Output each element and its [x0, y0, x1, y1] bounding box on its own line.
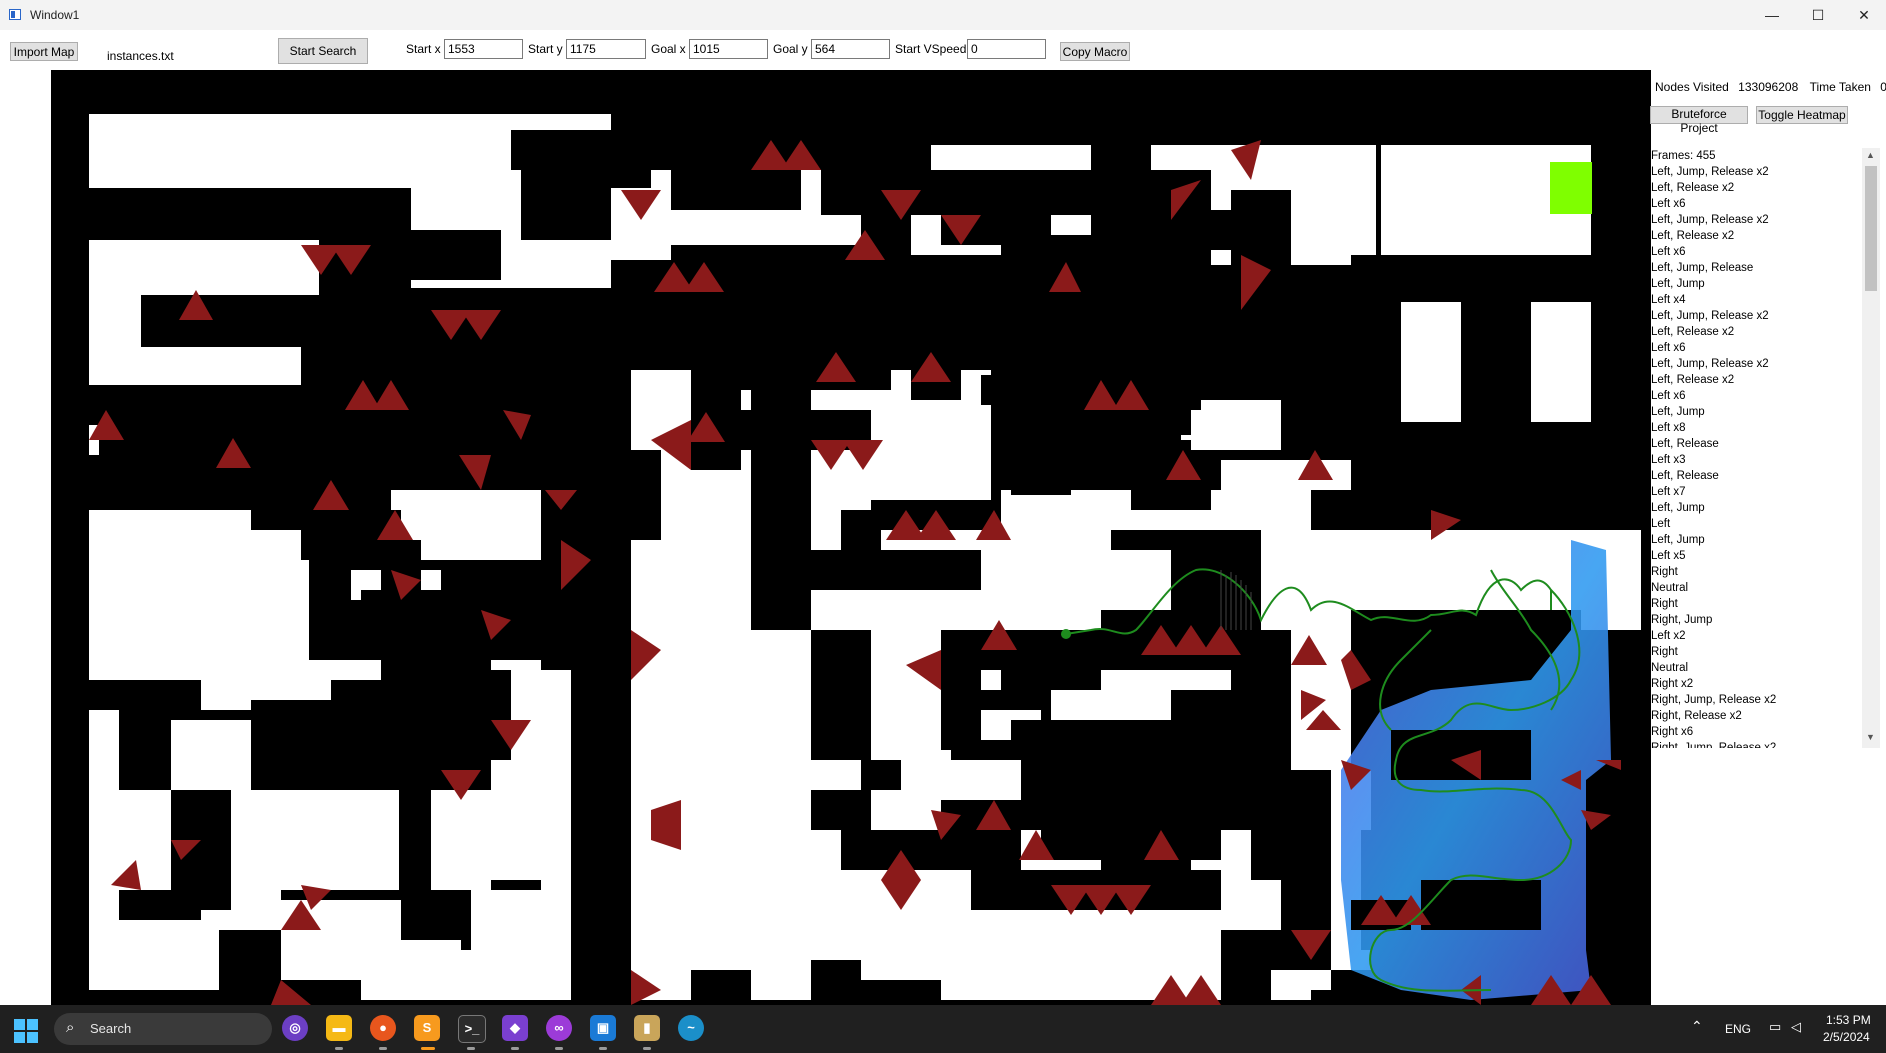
log-line: Right, Jump, Release x2 [1651, 742, 1777, 748]
scroll-thumb[interactable] [1865, 166, 1877, 291]
log-line: Right x2 [1651, 678, 1694, 690]
map-filename: instances.txt [107, 49, 174, 63]
app-icon [9, 9, 21, 20]
game-controller-icon[interactable]: ∞ [546, 1015, 572, 1041]
scroll-down-icon[interactable]: ▼ [1866, 732, 1875, 742]
time-taken-value: 00 [1880, 80, 1886, 94]
browser-icon[interactable]: ◎ [282, 1015, 308, 1041]
goal-y-label: Goal y [773, 42, 808, 56]
clock-time[interactable]: 1:53 PM [1826, 1013, 1871, 1027]
firefox-icon[interactable]: ● [370, 1015, 396, 1041]
start-x-field[interactable] [444, 39, 523, 59]
log-line: Left, Jump, Release x2 [1651, 214, 1769, 226]
log-line: Left [1651, 518, 1671, 530]
log-line: Left x8 [1651, 422, 1686, 434]
chevron-up-icon[interactable]: ⌃ [1691, 1018, 1703, 1035]
log-line: Left, Release [1651, 438, 1719, 450]
start-vspeed-field[interactable] [967, 39, 1046, 59]
start-y-label: Start y [528, 42, 563, 56]
dolphin-icon[interactable]: ~ [678, 1015, 704, 1041]
log-line: Right, Jump [1651, 614, 1713, 626]
taskbar: ⌕ Search ◎ ▬ ● S >_ ◆ ∞ ▣ ▮ ~ ⌃ ENG ▭ ◁ … [0, 1005, 1886, 1053]
log-line: Left, Release x2 [1651, 182, 1735, 194]
log-line: Left x4 [1651, 294, 1686, 306]
start-y-field[interactable] [566, 39, 646, 59]
terminal-icon[interactable]: >_ [458, 1015, 486, 1043]
nodes-visited-value: 133096208 [1738, 80, 1799, 94]
log-line: Left x3 [1651, 454, 1686, 466]
log-line: Right [1651, 598, 1678, 610]
log-line: Left, Release x2 [1651, 374, 1735, 386]
language-indicator[interactable]: ENG [1725, 1022, 1751, 1036]
toggle-heatmap-button[interactable]: Toggle Heatmap [1756, 106, 1848, 124]
file-explorer-icon[interactable]: ▬ [326, 1015, 352, 1041]
log-line: Right x6 [1651, 726, 1694, 738]
log-line: Left, Release x2 [1651, 230, 1735, 242]
macro-log[interactable]: Frames: 455 Left, Jump, Release x2 Left, R… [1651, 148, 1865, 748]
log-line: Right [1651, 566, 1678, 578]
network-icon[interactable]: ▭ [1769, 1019, 1781, 1035]
start-x-label: Start x [406, 42, 441, 56]
visual-studio-icon[interactable]: ◆ [502, 1015, 528, 1041]
goal-y-field[interactable] [811, 39, 890, 59]
scroll-up-icon[interactable]: ▲ [1866, 150, 1875, 160]
taskbar-search-box[interactable]: ⌕ Search [54, 1013, 272, 1045]
maximize-button[interactable]: ☐ [1795, 0, 1841, 30]
log-line: Left, Jump, Release [1651, 262, 1754, 274]
log-line: Left x6 [1651, 390, 1686, 402]
log-scrollbar[interactable]: ▲ ▼ [1862, 148, 1880, 748]
log-line: Left, Jump [1651, 502, 1705, 514]
log-line: Left, Jump, Release x2 [1651, 166, 1769, 178]
taskbar-search-label: Search [90, 1021, 132, 1036]
goal-marker [1550, 162, 1592, 214]
archive-icon[interactable]: ▮ [634, 1015, 660, 1041]
volume-icon[interactable]: ◁ [1791, 1019, 1801, 1035]
log-line: Right [1651, 646, 1678, 658]
goal-x-field[interactable] [689, 39, 768, 59]
close-button[interactable]: ✕ [1841, 0, 1886, 30]
log-line: Left x6 [1651, 246, 1686, 258]
log-line: Left, Jump [1651, 534, 1705, 546]
log-line: Left x7 [1651, 486, 1686, 498]
log-line: Left x2 [1651, 630, 1686, 642]
copy-macro-button[interactable]: Copy Macro [1060, 42, 1130, 61]
goal-x-label: Goal x [651, 42, 686, 56]
search-icon: ⌕ [66, 1019, 75, 1036]
clock-date[interactable]: 2/5/2024 [1823, 1030, 1870, 1044]
bruteforce-project-button[interactable]: Bruteforce Project [1650, 106, 1748, 135]
minimize-button[interactable]: — [1749, 0, 1795, 30]
log-line: Neutral [1651, 582, 1689, 594]
log-line: Left, Jump [1651, 406, 1705, 418]
log-line: Left x5 [1651, 550, 1686, 562]
log-line: Frames: 455 [1651, 150, 1716, 162]
windows-start-icon[interactable] [14, 1019, 38, 1043]
time-taken-label: Time Taken [1809, 80, 1871, 94]
stats-bar: Nodes Visited 133096208 Time Taken 00 [1655, 80, 1886, 98]
sublime-text-icon[interactable]: S [414, 1015, 440, 1041]
map-canvas [51, 70, 1651, 1005]
nodes-visited-label: Nodes Visited [1655, 80, 1729, 94]
log-line: Left, Jump, Release x2 [1651, 358, 1769, 370]
log-line: Right, Release x2 [1651, 710, 1742, 722]
log-line: Neutral [1651, 662, 1689, 674]
start-vspeed-label: Start VSpeed [895, 42, 967, 56]
window-app-icon[interactable]: ▣ [590, 1015, 616, 1041]
log-line: Left, Jump, Release x2 [1651, 310, 1769, 322]
start-search-button[interactable]: Start Search [278, 38, 368, 64]
log-line: Right, Jump, Release x2 [1651, 694, 1777, 706]
log-line: Left x6 [1651, 198, 1686, 210]
log-line: Left, Release x2 [1651, 326, 1735, 338]
client-area: Import Map instances.txt Start Search St… [0, 30, 1886, 1005]
log-line: Left x6 [1651, 342, 1686, 354]
import-map-button[interactable]: Import Map [10, 42, 78, 61]
log-line: Left, Jump [1651, 278, 1705, 290]
log-line: Left, Release [1651, 470, 1719, 482]
window-title: Window1 [30, 8, 80, 22]
title-bar: Window1 — ☐ ✕ [0, 0, 1886, 30]
